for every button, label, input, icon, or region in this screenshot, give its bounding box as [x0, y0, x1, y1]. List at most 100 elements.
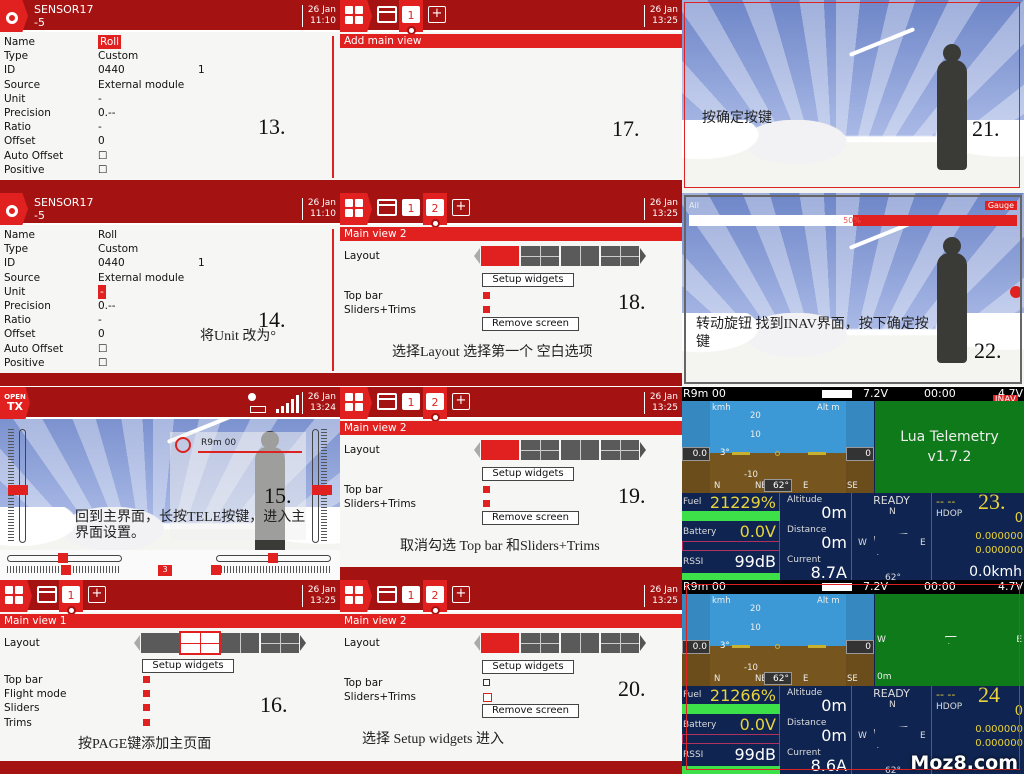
tab-2[interactable]: 2: [426, 199, 444, 216]
layout-prev-arrow[interactable]: [474, 248, 480, 264]
field-row[interactable]: ID 0440 1: [4, 63, 304, 77]
slider-handle[interactable]: [268, 553, 278, 563]
setup-widgets-button[interactable]: Setup widgets: [482, 660, 574, 674]
layout-option-2[interactable]: [179, 631, 221, 655]
option-checkbox[interactable]: [483, 306, 490, 314]
right-trim[interactable]: [212, 566, 330, 573]
layout-prev-arrow[interactable]: [134, 635, 140, 651]
field-value[interactable]: ☐: [98, 149, 107, 163]
layout-option-1[interactable]: [141, 633, 179, 653]
field-value[interactable]: Roll: [98, 228, 117, 242]
field-row[interactable]: ID 0440 1: [4, 256, 304, 270]
field-row[interactable]: Source External module: [4, 78, 304, 92]
field-value[interactable]: Roll: [98, 35, 122, 49]
layout-next-arrow[interactable]: [640, 248, 646, 264]
field-row[interactable]: Auto Offset ☐: [4, 149, 304, 163]
layout-option-1[interactable]: [481, 440, 519, 460]
slider-handle[interactable]: [58, 553, 68, 563]
setup-widgets-button[interactable]: Setup widgets: [142, 659, 234, 673]
layout-prev-arrow[interactable]: [474, 635, 480, 651]
tab-1[interactable]: 1: [402, 586, 420, 603]
field-row[interactable]: Positive ☐: [4, 163, 304, 177]
trim-handle[interactable]: [211, 565, 221, 575]
field-value[interactable]: 0440: [98, 256, 125, 270]
option-checkbox[interactable]: [483, 693, 492, 703]
option-checkbox[interactable]: [483, 500, 490, 508]
layout-next-arrow[interactable]: [640, 442, 646, 458]
field-value[interactable]: ☐: [98, 342, 107, 356]
grid-menu-icon[interactable]: [340, 0, 372, 32]
field-row[interactable]: Positive ☐: [4, 356, 304, 370]
layout-option-3[interactable]: [561, 246, 599, 266]
tab-2[interactable]: 2: [426, 393, 444, 410]
field-value[interactable]: Custom: [98, 242, 138, 256]
right-slider[interactable]: [312, 429, 332, 543]
field-row[interactable]: Type Custom: [4, 49, 304, 63]
option-checkbox[interactable]: [143, 704, 150, 712]
layout-option-2[interactable]: [521, 633, 559, 653]
field-value[interactable]: -: [98, 120, 102, 134]
option-checkbox[interactable]: [483, 292, 490, 299]
field-value[interactable]: ☐: [98, 356, 107, 370]
add-view-button[interactable]: +: [428, 6, 446, 23]
window-icon[interactable]: [377, 199, 397, 216]
layout-selector[interactable]: [474, 439, 646, 461]
layout-option-1[interactable]: [481, 246, 519, 266]
field-row[interactable]: Name Roll: [4, 35, 304, 49]
add-view-button[interactable]: +: [452, 393, 470, 410]
field-row[interactable]: Name Roll: [4, 228, 304, 242]
layout-option-4[interactable]: [601, 246, 639, 266]
field-value[interactable]: ☐: [98, 163, 107, 177]
remove-screen-button[interactable]: Remove screen: [482, 704, 579, 718]
field-value[interactable]: 0: [98, 327, 105, 341]
grid-menu-icon[interactable]: [340, 580, 372, 612]
layout-option-4[interactable]: [601, 440, 639, 460]
add-view-button[interactable]: +: [88, 586, 106, 603]
window-icon[interactable]: [377, 6, 397, 23]
layout-option-3[interactable]: [561, 633, 599, 653]
field-value[interactable]: 0: [98, 134, 105, 148]
grid-menu-icon[interactable]: [0, 580, 32, 612]
option-checkbox[interactable]: [483, 486, 490, 493]
add-view-button[interactable]: +: [452, 199, 470, 216]
tab-2[interactable]: 2: [426, 586, 444, 603]
option-checkbox[interactable]: [143, 690, 150, 698]
layout-option-3[interactable]: [221, 633, 259, 653]
setup-widgets-button[interactable]: Setup widgets: [482, 273, 574, 287]
field-value[interactable]: Custom: [98, 49, 138, 63]
field-value[interactable]: -: [98, 92, 102, 106]
layout-next-arrow[interactable]: [640, 635, 646, 651]
remove-screen-button[interactable]: Remove screen: [482, 317, 579, 331]
layout-option-4[interactable]: [261, 633, 299, 653]
scrollbar[interactable]: [332, 36, 334, 178]
tab-1[interactable]: 1: [62, 586, 80, 603]
window-icon[interactable]: [377, 393, 397, 410]
layout-option-1[interactable]: [481, 633, 519, 653]
option-checkbox[interactable]: [143, 718, 150, 726]
layout-option-2[interactable]: [521, 246, 559, 266]
grid-menu-icon[interactable]: [340, 193, 372, 225]
layout-option-2[interactable]: [521, 440, 559, 460]
field-value[interactable]: 0.--: [98, 299, 116, 313]
option-checkbox[interactable]: [483, 679, 490, 686]
layout-selector[interactable]: [474, 632, 646, 654]
window-icon[interactable]: [377, 586, 397, 603]
layout-option-4[interactable]: [601, 633, 639, 653]
field-row[interactable]: Unit -: [4, 92, 304, 106]
layout-selector[interactable]: [134, 631, 306, 655]
trim-handle[interactable]: [61, 565, 71, 575]
tab-1[interactable]: 1: [402, 393, 420, 410]
field-value[interactable]: 0440: [98, 63, 125, 77]
field-value[interactable]: External module: [98, 271, 184, 285]
field-row[interactable]: Unit -: [4, 284, 304, 299]
field-value[interactable]: -: [98, 313, 102, 327]
layout-prev-arrow[interactable]: [474, 442, 480, 458]
field-value[interactable]: External module: [98, 78, 184, 92]
tab-1[interactable]: 1: [402, 199, 420, 216]
field-row[interactable]: Source External module: [4, 271, 304, 285]
layout-selector[interactable]: [474, 245, 646, 267]
tab-1[interactable]: 1: [402, 6, 420, 23]
layout-next-arrow[interactable]: [300, 635, 306, 651]
slider-handle[interactable]: [8, 485, 28, 495]
layout-option-3[interactable]: [561, 440, 599, 460]
